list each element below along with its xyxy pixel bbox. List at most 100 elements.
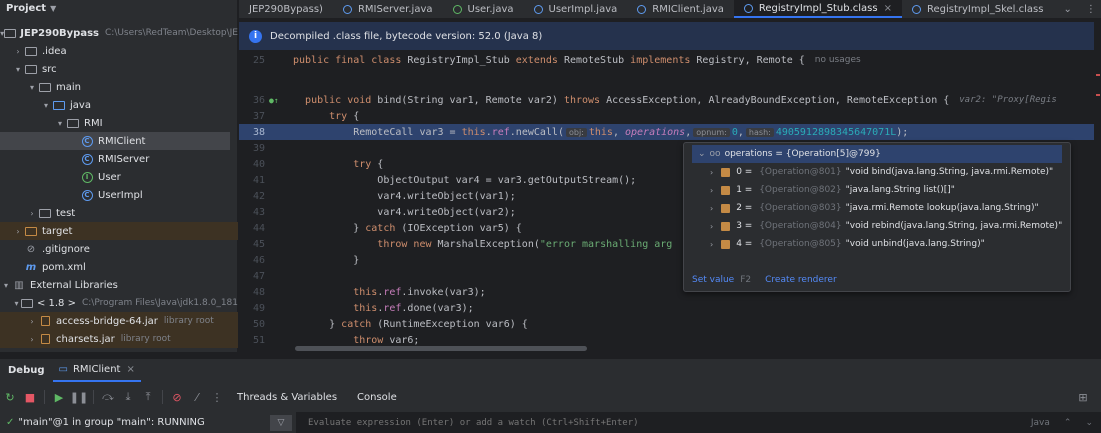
tab-rmiclient[interactable]: RMIClient.java bbox=[627, 0, 734, 18]
tree-item-label: main bbox=[56, 81, 81, 93]
code-line-38-execution-point[interactable]: 38 RemoteCall var3 = this. ref .newCall(ob… bbox=[239, 124, 1094, 140]
tabs-overflow: ⌄ ⋮ bbox=[1053, 0, 1101, 18]
code-line-50[interactable]: 50 } catch (RuntimeException var6) { bbox=[239, 316, 1094, 332]
tree-item-label: src bbox=[42, 63, 57, 75]
tree-item-rmiclient[interactable]: C RMIClient bbox=[0, 132, 230, 150]
chevron-right-icon[interactable]: › bbox=[710, 186, 713, 195]
more-icon[interactable]: ⋮ bbox=[207, 387, 227, 407]
tab-console[interactable]: Console bbox=[347, 392, 407, 403]
editor-vertical-scrollbar[interactable] bbox=[1095, 18, 1101, 352]
tree-item-idea[interactable]: › .idea bbox=[0, 42, 238, 60]
implements-gutter-icon[interactable]: ●↑ bbox=[269, 96, 293, 105]
chevron-right-icon[interactable]: › bbox=[710, 222, 713, 231]
debug-session-tab[interactable]: ▭ RMIClient × bbox=[52, 359, 141, 382]
line-number: 46 bbox=[252, 254, 265, 266]
error-stripe-marker[interactable] bbox=[1096, 94, 1100, 96]
tab-label: RMIServer.java bbox=[357, 3, 433, 15]
create-renderer-link[interactable]: Create renderer bbox=[765, 275, 837, 285]
chevron-right-icon[interactable]: › bbox=[710, 204, 713, 213]
chevron-down-icon[interactable]: ▾ bbox=[54, 119, 66, 128]
chevron-down-icon[interactable]: ▾ bbox=[0, 281, 12, 290]
tree-item-test[interactable]: › test bbox=[0, 204, 238, 222]
chevron-down-icon[interactable]: ▾ bbox=[12, 65, 24, 74]
tree-item-jdk[interactable]: ▾ < 1.8 > C:\Program Files\Java\jdk1.8.0… bbox=[0, 294, 238, 312]
tree-item-rmiserver[interactable]: C RMIServer bbox=[0, 150, 238, 168]
chevron-down-icon[interactable]: ▾ bbox=[40, 101, 52, 110]
code-token: implements bbox=[630, 54, 697, 66]
chevron-right-icon[interactable]: › bbox=[12, 47, 24, 56]
error-stripe-marker[interactable] bbox=[1096, 74, 1100, 76]
chevron-down-icon[interactable]: ⌄ bbox=[1085, 418, 1093, 428]
popup-item[interactable]: › 2 = {Operation@803} "java.rmi.Remote l… bbox=[684, 199, 1070, 217]
tree-item-target[interactable]: › target bbox=[0, 222, 238, 240]
chevron-right-icon[interactable]: › bbox=[26, 209, 38, 218]
tree-item-pom[interactable]: m pom.xml bbox=[0, 258, 238, 276]
chevron-down-icon[interactable]: ⌄ bbox=[698, 149, 706, 159]
tab-registryimpl-stub[interactable]: RegistryImpl_Stub.class × bbox=[733, 0, 902, 18]
tree-item-src[interactable]: ▾ src bbox=[0, 60, 238, 78]
close-icon[interactable]: × bbox=[126, 364, 134, 375]
popup-root-node[interactable]: ⌄ oo operations = {Operation[5]@799} bbox=[692, 145, 1062, 163]
tree-item-root[interactable]: ▾ JEP290Bypass C:\Users\RedTeam\Desktop\… bbox=[0, 24, 238, 42]
set-value-link[interactable]: Set value bbox=[692, 275, 734, 285]
tree-item-user[interactable]: I User bbox=[0, 168, 238, 186]
tree-item-library-root: library root bbox=[163, 316, 214, 326]
rerun-icon[interactable]: ↻ bbox=[0, 387, 20, 407]
chevron-right-icon[interactable]: › bbox=[710, 168, 713, 177]
pause-icon[interactable]: ❚❚ bbox=[69, 387, 89, 407]
code-token[interactable]: operations bbox=[625, 127, 685, 138]
layout-icon[interactable]: ⊞ bbox=[1073, 387, 1093, 407]
tree-item-charsets[interactable]: › charsets.jar library root bbox=[0, 330, 238, 348]
close-icon[interactable]: × bbox=[884, 3, 892, 14]
code-line-36[interactable]: 36 ●↑ public void bind(String var1, Remo… bbox=[239, 92, 1094, 108]
step-out-icon[interactable]: ⤒ bbox=[138, 387, 158, 407]
step-over-icon[interactable]: ⤼ bbox=[98, 387, 118, 407]
view-breakpoints-icon[interactable]: ⊘ bbox=[167, 387, 187, 407]
usages-hint[interactable]: no usages bbox=[815, 55, 861, 65]
mute-breakpoints-icon[interactable]: ⁄ bbox=[187, 387, 207, 407]
tab-user[interactable]: User.java bbox=[443, 0, 524, 18]
stop-icon[interactable]: ■ bbox=[20, 387, 40, 407]
chevron-right-icon[interactable]: › bbox=[26, 317, 38, 326]
evaluate-expression-input[interactable] bbox=[296, 412, 1101, 433]
popup-item[interactable]: › 3 = {Operation@804} "void rebind(java.… bbox=[684, 217, 1070, 235]
tab-threads-variables[interactable]: Threads & Variables bbox=[227, 392, 347, 403]
chevron-down-icon[interactable]: ⌄ bbox=[1063, 4, 1071, 15]
step-into-icon[interactable]: ⤓ bbox=[118, 387, 138, 407]
language-selector[interactable]: Java bbox=[1031, 418, 1050, 428]
tab-jep290bypass[interactable]: JEP290Bypass) bbox=[239, 0, 333, 18]
tree-item-access-bridge[interactable]: › access-bridge-64.jar library root bbox=[0, 312, 238, 330]
chevron-up-icon[interactable]: ⌃ bbox=[1064, 418, 1072, 428]
tree-item-label: access-bridge-64.jar bbox=[56, 315, 158, 327]
chevron-down-icon[interactable]: ▾ bbox=[12, 299, 21, 308]
tab-registryimpl-skel[interactable]: RegistryImpl_Skel.class bbox=[902, 0, 1053, 18]
popup-item[interactable]: › 4 = {Operation@805} "void unbind(java.… bbox=[684, 235, 1070, 253]
jar-icon bbox=[38, 333, 52, 345]
chevron-right-icon[interactable]: › bbox=[26, 335, 38, 344]
folder-icon bbox=[24, 45, 38, 57]
more-icon[interactable]: ⋮ bbox=[1086, 4, 1096, 15]
thread-selector[interactable]: ✓ "main"@1 in group "main": RUNNING bbox=[0, 417, 270, 428]
tab-rmiserver[interactable]: RMIServer.java bbox=[333, 0, 443, 18]
code-line-25[interactable]: 25 public final class RegistryImpl_Stub … bbox=[239, 52, 1094, 68]
code-line-37[interactable]: 37 try { bbox=[239, 108, 1094, 124]
tab-userimpl[interactable]: UserImpl.java bbox=[524, 0, 628, 18]
code-line-49[interactable]: 49 this. ref .done(var3); bbox=[239, 300, 1094, 316]
chevron-right-icon[interactable]: › bbox=[710, 240, 713, 249]
tree-item-rmi[interactable]: ▾ RMI bbox=[0, 114, 238, 132]
tree-item-main[interactable]: ▾ main bbox=[0, 78, 238, 96]
item-ref: {Operation@805} bbox=[759, 239, 842, 249]
tree-item-external-libraries[interactable]: ▾ ▥ External Libraries bbox=[0, 276, 238, 294]
chevron-right-icon[interactable]: › bbox=[12, 227, 24, 236]
filter-icon[interactable]: ▽ bbox=[270, 414, 292, 431]
chevron-down-icon[interactable]: ▾ bbox=[26, 83, 38, 92]
resume-icon[interactable]: ▶ bbox=[49, 387, 69, 407]
popup-item[interactable]: › 0 = {Operation@801} "void bind(java.la… bbox=[684, 163, 1070, 181]
popup-item[interactable]: › 1 = {Operation@802} "java.lang.String … bbox=[684, 181, 1070, 199]
tree-item-userimpl[interactable]: C UserImpl bbox=[0, 186, 238, 204]
chevron-down-icon[interactable]: ▼ bbox=[50, 4, 56, 13]
project-header[interactable]: Project ▼ bbox=[0, 0, 237, 16]
tree-item-java[interactable]: ▾ java bbox=[0, 96, 238, 114]
editor-horizontal-scrollbar[interactable] bbox=[295, 346, 587, 351]
tree-item-gitignore[interactable]: ⊘ .gitignore bbox=[0, 240, 238, 258]
